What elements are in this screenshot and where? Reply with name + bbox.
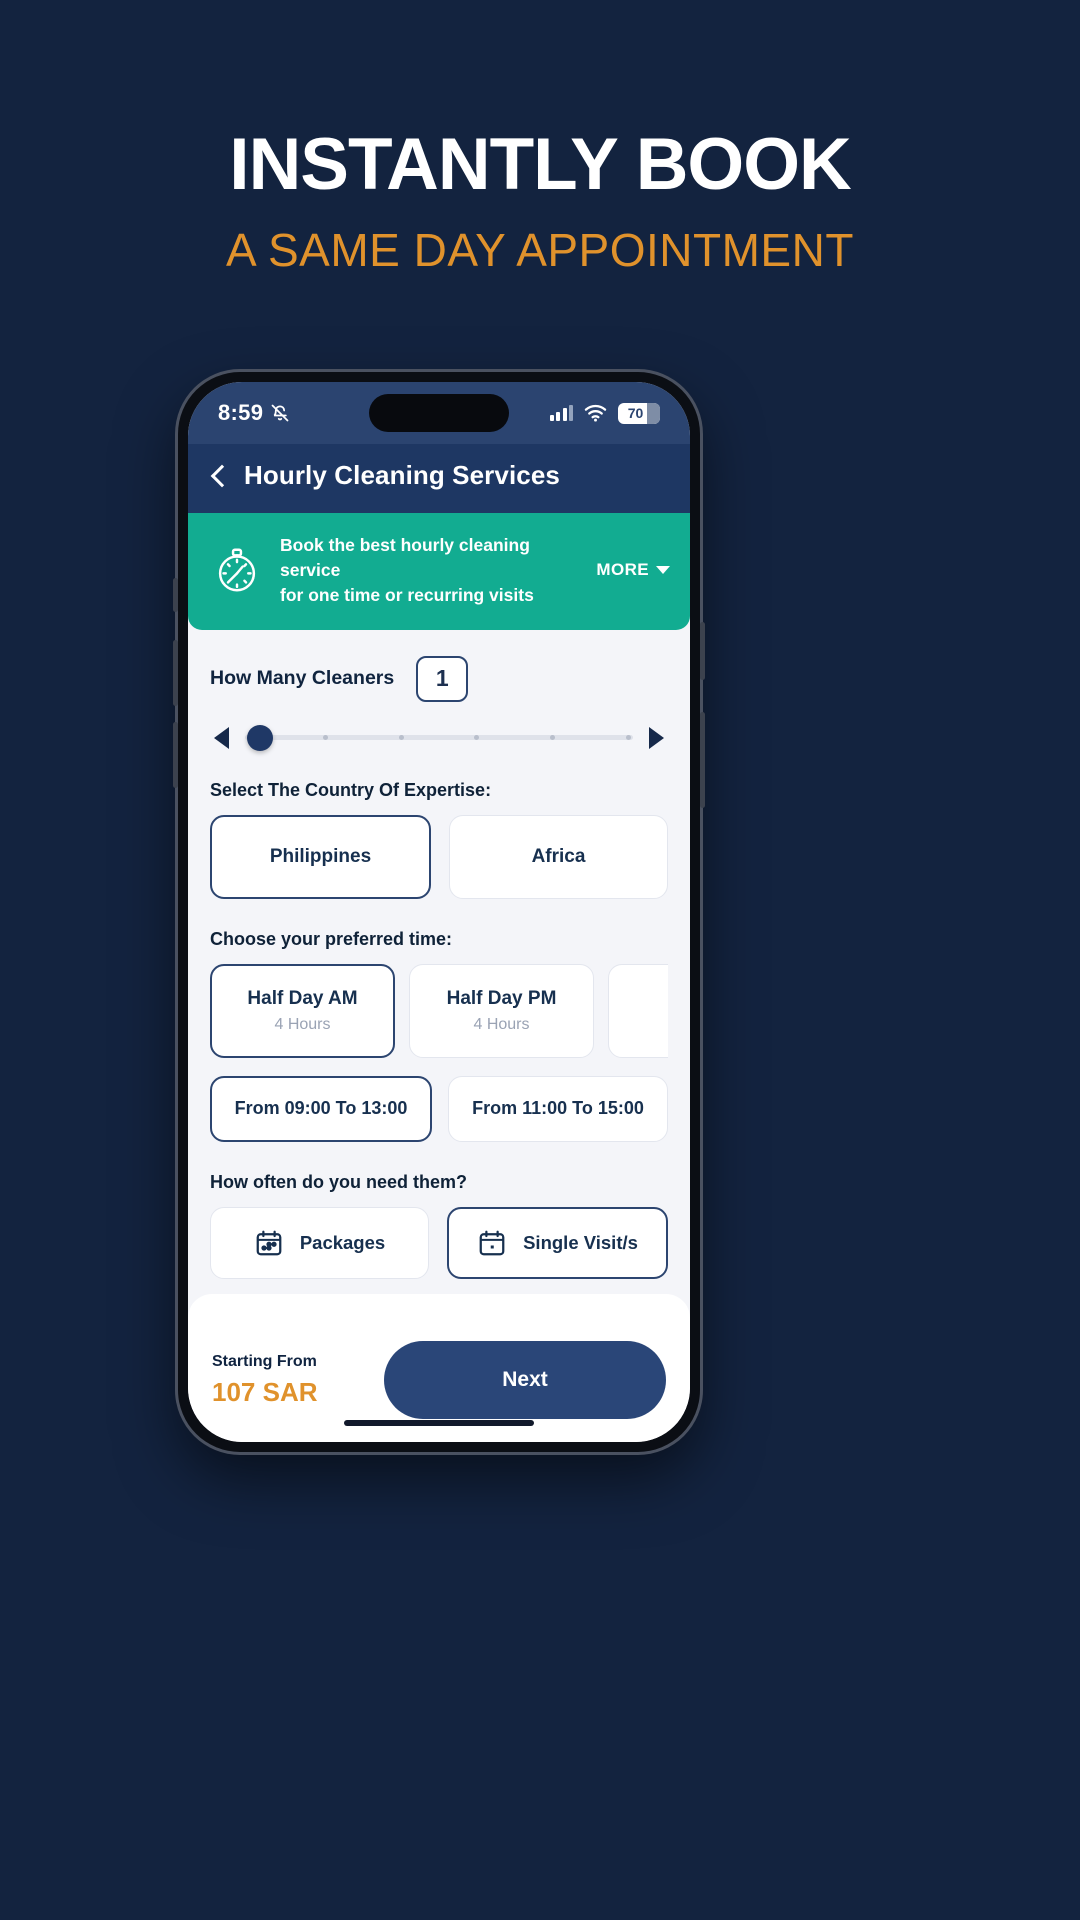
cleaners-label: How Many Cleaners [210,667,395,690]
banner-line-1: Book the best hourly cleaning service [280,535,530,580]
battery-indicator: 70 [618,402,660,424]
price-label: Starting From [212,1352,317,1370]
phone-screen: 8:59 70 Hourly Cleaning Services Book th… [188,382,690,1442]
arrow-left-icon[interactable] [214,726,229,749]
frequency-options: Packages Single Visit/s [210,1206,668,1279]
time-option-title: Half Day PM [446,987,557,1009]
bell-slash-icon [270,403,290,423]
price-block: Starting From 107 SAR [212,1353,318,1408]
promo-header: INSTANTLY BOOK A SAME DAY APPOINTMENT [0,0,1080,273]
phone-volume-down-button [173,722,178,788]
time-option-next-partial[interactable] [608,963,668,1058]
stopwatch-icon [210,543,264,597]
cleaners-row: How Many Cleaners 1 [210,630,668,702]
battery-level: 70 [627,405,644,421]
dynamic-island [369,394,509,432]
calendar-single-icon [479,1230,505,1255]
phone-silent-switch [173,578,178,612]
preferred-time-label: Choose your preferred time: [210,928,453,949]
time-option-sub: 4 Hours [274,1015,331,1033]
country-options: Philippines Africa [210,814,668,899]
bottom-bar: Starting From 107 SAR Next [188,1294,690,1442]
status-bar: 8:59 70 [188,382,690,444]
phone-mockup: 8:59 70 Hourly Cleaning Services Book th… [173,372,705,1452]
time-option-half-day-pm[interactable]: Half Day PM 4 Hours [409,963,594,1058]
frequency-option-label: Packages [299,1231,386,1253]
country-label: Select The Country Of Expertise: [210,779,492,800]
time-option-title: Half Day AM [247,987,358,1009]
page-title: Hourly Cleaning Services [244,460,560,490]
frequency-option-packages[interactable]: Packages [210,1206,429,1279]
next-button[interactable]: Next [384,1341,666,1419]
phone-volume-up-button [173,640,178,706]
slider-track[interactable] [245,724,633,751]
slider-knob[interactable] [247,724,273,751]
price-value: 107 SAR [212,1376,318,1407]
app-bar: Hourly Cleaning Services [188,444,690,513]
arrow-right-icon[interactable] [649,726,664,749]
promo-banner: Book the best hourly cleaning service fo… [188,513,690,630]
cleaners-slider[interactable] [210,702,668,751]
banner-line-2: for one time or recurring visits [280,584,534,605]
status-time: 8:59 [218,400,264,425]
banner-more-label: MORE [596,560,649,580]
promo-subtitle: A SAME DAY APPOINTMENT [226,224,854,276]
preferred-time-options: Half Day AM 4 Hours Half Day PM 4 Hours [210,963,668,1058]
chevron-down-icon [656,566,670,575]
time-option-sub: 4 Hours [473,1015,530,1033]
home-indicator [344,1420,534,1426]
status-icons: 70 [549,402,660,424]
main-content: How Many Cleaners 1 Select The Country O… [188,629,690,1279]
banner-text: Book the best hourly cleaning service fo… [280,533,576,608]
cellular-signal-icon [549,405,573,421]
calendar-dots-icon [256,1230,282,1255]
back-chevron-icon[interactable] [210,464,234,487]
frequency-option-label: Single Visit/s [523,1231,638,1253]
country-option-philippines[interactable]: Philippines [210,814,431,899]
country-option-africa[interactable]: Africa [449,814,668,899]
frequency-label: How often do you need them? [210,1171,467,1192]
time-range-option-1[interactable]: From 09:00 To 13:00 [210,1075,432,1142]
promo-title: INSTANTLY BOOK [229,124,851,205]
time-option-half-day-am[interactable]: Half Day AM 4 Hours [210,963,395,1058]
cleaners-count[interactable]: 1 [416,655,469,702]
banner-more-button[interactable]: MORE [592,560,670,580]
frequency-option-single-visits[interactable]: Single Visit/s [447,1206,668,1279]
time-range-options: From 09:00 To 13:00 From 11:00 To 15:00 [210,1075,668,1142]
time-range-option-2[interactable]: From 11:00 To 15:00 [448,1075,668,1142]
slider-ticks [245,735,633,741]
wifi-icon [584,404,607,422]
